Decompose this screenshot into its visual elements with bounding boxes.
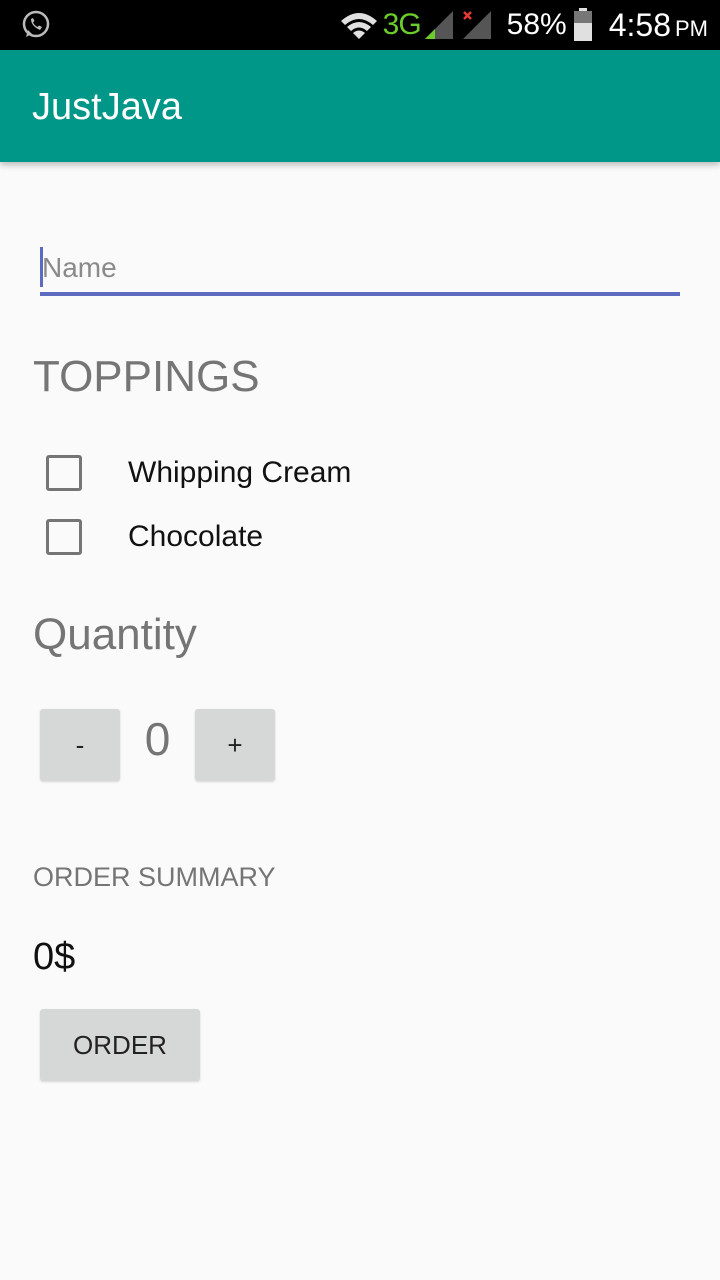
toppings-heading: TOPPINGS [33, 352, 260, 401]
network-type: 3G [382, 8, 422, 41]
clock: 4:58 PM [609, 7, 708, 44]
whipping-cream-checkbox[interactable] [46, 455, 82, 491]
increment-button[interactable]: + [195, 709, 275, 781]
quantity-value: 0 [144, 713, 171, 765]
screen: 3G 58% 4:58PM JustJava TOPPINGS [0, 0, 720, 1280]
signal-icon [424, 11, 453, 39]
text-caret [40, 247, 43, 287]
chocolate-label: Chocolate [128, 520, 264, 553]
chocolate-option[interactable]: Chocolate [46, 517, 263, 557]
whipping-cream-option[interactable]: Whipping Cream [46, 453, 351, 493]
battery-icon [573, 8, 592, 41]
app-bar: JustJava [0, 50, 720, 162]
order-button[interactable]: ORDER [40, 1009, 200, 1081]
clock-time: 4:58 [608, 6, 671, 43]
order-summary-heading: ORDER SUMMARY [33, 862, 276, 892]
battery-percent: 58% [506, 8, 567, 41]
whipping-cream-label: Whipping Cream [128, 456, 352, 489]
chocolate-checkbox[interactable] [46, 519, 82, 555]
order-price: 0$ [33, 936, 76, 978]
signal-no-sim-icon [462, 11, 491, 39]
quantity-heading: Quantity [33, 610, 197, 659]
wifi-icon [340, 13, 377, 39]
status-bar: 3G 58% 4:58 PM [0, 0, 720, 50]
whatsapp-icon [22, 10, 50, 38]
name-input[interactable] [40, 244, 680, 296]
status-right: 3G 58% 4:58 PM [339, 0, 708, 50]
clock-ampm: PM [675, 15, 708, 41]
app-title: JustJava [32, 86, 182, 128]
decrement-button[interactable]: - [40, 709, 120, 781]
